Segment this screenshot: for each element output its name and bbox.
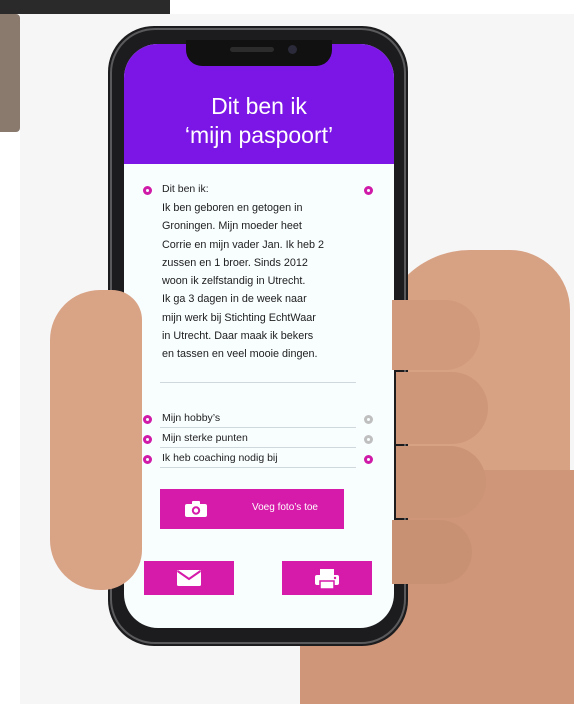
about-line: Corrie en mijn vader Jan. Ik heb 2 [162,238,325,251]
item-divider [160,427,356,428]
about-line: Groningen. Mijn moeder heet [162,220,302,233]
about-line: mijn werk bij Stichting EchtWaar [162,311,316,324]
section-toggle-icon[interactable] [364,186,373,195]
list-item-strengths[interactable]: Mijn sterke punten [162,432,248,444]
front-camera [288,45,297,54]
thumb [50,290,142,590]
item-divider [160,447,356,448]
print-button[interactable] [282,561,372,595]
divider [160,382,356,383]
item-bullet-icon [143,455,152,464]
section-bullet-icon [143,186,152,195]
item-bullet-icon [143,435,152,444]
mail-icon [176,570,202,586]
finger [396,372,488,444]
finger [392,300,480,370]
about-text: Ik ben geboren en getogen in Groningen. … [162,199,382,364]
email-button[interactable] [144,561,234,595]
list-item-coaching[interactable]: Ik heb coaching nodig bij [162,452,278,464]
add-photo-button[interactable]: Voeg foto’s toe [160,489,344,529]
about-line: Ik ben geboren en getogen in [162,202,303,214]
page-title-line1: Dit ben ik [211,93,307,119]
finger [396,446,486,518]
about-line: in Utrecht. Daar maak ik bekers [162,330,314,343]
add-photo-label: Voeg foto’s toe [252,502,318,513]
page-title-line2: ‘mijn paspoort’ [184,122,334,148]
phone-screen: Dit ben ik ‘mijn paspoort’ Dit ben ik: I… [124,44,394,628]
about-line: woon ik zelfstandig in Utrecht. [162,275,306,288]
item-divider [160,467,356,468]
phone-notch [186,40,332,66]
item-toggle-icon[interactable] [364,455,373,464]
background-photo-thumbnail [0,14,20,132]
about-line: zussen en 1 broer. Sinds 2012 [162,256,308,269]
background-photo-strip [0,0,170,14]
printer-icon [315,569,339,590]
finger [392,520,472,584]
phone-speaker [230,47,274,52]
about-section-title[interactable]: Dit ben ik: [162,183,209,195]
camera-icon [185,501,207,517]
item-bullet-icon [143,415,152,424]
about-line: Ik ga 3 dagen in de week naar [162,293,307,306]
item-toggle-icon[interactable] [364,415,373,424]
list-item-hobbies[interactable]: Mijn hobby’s [162,412,220,424]
about-line: en tassen en veel mooie dingen. [162,348,318,361]
item-toggle-icon[interactable] [364,435,373,444]
